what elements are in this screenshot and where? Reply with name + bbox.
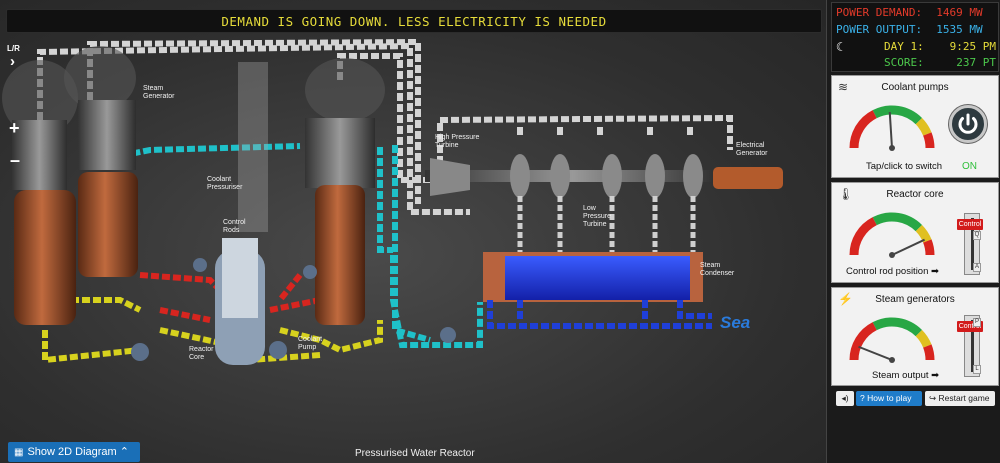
gauge-band xyxy=(915,117,932,136)
show-2d-diagram-button[interactable]: ▦ Show 2D Diagram ⌃ xyxy=(8,442,140,462)
diagram-icon: ▦ xyxy=(14,447,24,458)
restart-game-button[interactable]: ↪ Restart game xyxy=(925,391,995,406)
gauge-pivot xyxy=(889,145,895,151)
gauge-needle xyxy=(891,238,925,256)
chevron-right-icon[interactable]: › xyxy=(10,53,15,70)
control-panel: POWER DEMAND: 1469 MW POWER OUTPUT: 1535… xyxy=(826,0,1000,463)
label-lp-turbine: Low Pressure Turbine xyxy=(583,205,612,228)
power-icon xyxy=(958,113,978,134)
gauge-band xyxy=(872,105,923,125)
gauge-band xyxy=(923,344,935,361)
scene-caption: Pressurised Water Reactor xyxy=(355,448,475,459)
gauge-band xyxy=(923,132,935,149)
gauge-band xyxy=(923,239,935,256)
label-steam-condenser: Steam Condenser xyxy=(700,262,735,277)
steam-generators-card: ⚡ Steam generators Control P L Steam out… xyxy=(831,287,999,386)
control-rod-slider[interactable]: Control Q A xyxy=(957,213,983,275)
power-output-row: POWER OUTPUT: 1535 MW xyxy=(836,23,983,36)
label-control-rods: Control Rods xyxy=(223,219,246,234)
gauge-pivot xyxy=(889,252,895,258)
gauge-pivot xyxy=(889,357,895,363)
label-coolant-pressuriser: Coolant Pressuriser xyxy=(207,176,243,191)
gauge-needle xyxy=(888,112,893,149)
label-steam-generator: Steam Generator xyxy=(143,85,175,100)
coolant-gauge xyxy=(849,105,935,151)
coolant-power-button[interactable] xyxy=(949,105,987,143)
gauge-needle xyxy=(858,345,893,361)
coolant-state: ON xyxy=(962,161,977,172)
reactor-core-card: 🌡 Reactor core Control Q A Control rod p… xyxy=(831,182,999,283)
steam-output-slider[interactable]: Control P L xyxy=(957,315,983,377)
bottom-controls: ◂) ? How to play ↪ Restart game xyxy=(831,391,999,407)
coolant-pumps-card: ≋ Coolant pumps Tap/click to switch ON xyxy=(831,75,999,178)
label-coolant-pump: Coolant Pump xyxy=(298,336,323,351)
gauge-band xyxy=(915,329,932,348)
chevron-up-icon: ⌃ xyxy=(116,446,129,458)
how-to-play-button[interactable]: ? How to play xyxy=(856,391,922,406)
zoom-in-button[interactable]: + xyxy=(9,118,20,139)
day-time-row: ☾ DAY 1: 9:25 PM xyxy=(836,40,996,54)
label-hp-turbine: High Pressure Turbine xyxy=(435,134,480,149)
sound-icon[interactable]: ◂) xyxy=(836,391,854,406)
steam-pipes xyxy=(37,38,733,215)
gauge-band xyxy=(849,217,877,256)
condenser xyxy=(483,252,703,302)
gauge-band xyxy=(849,110,877,149)
slider-handle[interactable]: Control xyxy=(957,219,983,230)
news-ticker: DEMAND IS GOING DOWN. LESS ELECTRICITY I… xyxy=(6,9,822,33)
core-title: Reactor core xyxy=(886,189,944,200)
power-demand-row: POWER DEMAND: 1469 MW xyxy=(836,6,983,19)
label-reactor-core: Reactor Core xyxy=(189,346,214,361)
steam-output-label: Steam output ➡ xyxy=(872,370,940,381)
reactor-scene[interactable]: DEMAND IS GOING DOWN. LESS ELECTRICITY I… xyxy=(0,0,826,463)
control-rod-label: Control rod position ➡ xyxy=(846,266,939,277)
coolant-hint: Tap/click to switch xyxy=(866,161,943,172)
status-display: POWER DEMAND: 1469 MW POWER OUTPUT: 1535… xyxy=(831,2,999,72)
gauge-band xyxy=(872,212,923,232)
steam-gauge xyxy=(849,317,935,363)
core-gauge xyxy=(849,212,935,258)
plant-diagram xyxy=(2,38,783,365)
moon-icon: ☾ xyxy=(836,40,844,54)
label-electrical-generator: Electrical Generator xyxy=(736,142,768,157)
gauge-band xyxy=(872,317,923,337)
zoom-out-button[interactable]: – xyxy=(10,150,20,171)
coolant-title: Coolant pumps xyxy=(881,82,949,93)
gauge-band xyxy=(849,322,877,361)
label-sea: Sea xyxy=(720,313,751,332)
lr-toggle[interactable]: L/R xyxy=(7,44,20,53)
steam-title: Steam generators xyxy=(875,294,955,305)
ticker-message: DEMAND IS GOING DOWN. LESS ELECTRICITY I… xyxy=(221,14,607,29)
gauge-band xyxy=(915,224,932,243)
turbine-assembly xyxy=(425,154,783,198)
